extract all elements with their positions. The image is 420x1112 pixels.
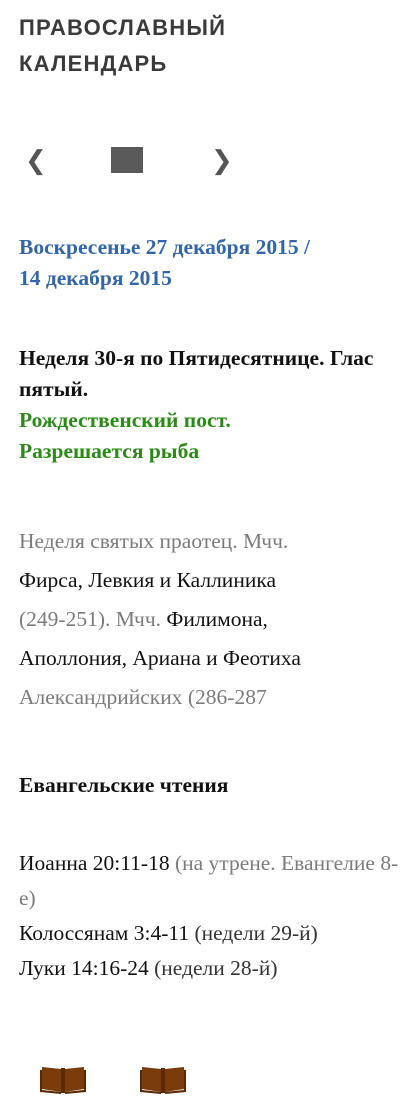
open-book-icon[interactable]	[40, 1064, 86, 1094]
book-links	[40, 1064, 240, 1096]
reading-link[interactable]: Луки 14:16-24	[19, 956, 149, 980]
calendar-title-line2: КАЛЕНДАРЬ	[19, 51, 168, 76]
reading-note: (недели 29-й)	[194, 921, 318, 945]
saints-link-2[interactable]: Филимона,	[166, 607, 268, 631]
chevron-left-icon[interactable]: ❮	[25, 143, 47, 179]
date-old-style: 14 декабря 2015	[19, 266, 172, 290]
date-new-style: Воскресенье 27 декабря 2015 /	[19, 235, 310, 259]
chevron-right-icon[interactable]: ❯	[211, 143, 233, 179]
liturgical-week: Неделя 30-я по Пятидесятнице. Глас пятый…	[19, 343, 414, 467]
calendar-title-line1: ПРАВОСЛАВНЫЙ	[19, 15, 227, 40]
open-book-icon[interactable]	[140, 1064, 186, 1094]
fast-info-line2: Разрешается рыба	[19, 439, 200, 463]
saints-commemorations: Неделя святых праотец. Мчч. Фирса, Левки…	[19, 522, 414, 717]
reading-item: Иоанна 20:11-18 (на утрене. Евангелие 8-…	[19, 846, 414, 916]
current-date: Воскресенье 27 декабря 2015 / 14 декабря…	[19, 232, 414, 294]
reading-item: Колоссянам 3:4-11 (недели 29-й)	[19, 916, 414, 951]
reading-link[interactable]: Иоанна 20:11-18	[19, 851, 170, 875]
week-text: Неделя 30-я по Пятидесятнице. Глас пятый…	[19, 346, 374, 401]
saints-text-3: Александрийских (286-287	[19, 685, 267, 709]
calendar-title: ПРАВОСЛАВНЫЙ КАЛЕНДАРЬ	[19, 10, 409, 82]
readings-list: Иоанна 20:11-18 (на утрене. Евангелие 8-…	[19, 846, 414, 986]
reading-item: Луки 14:16-24 (недели 28-й)	[19, 951, 414, 986]
saints-link-2-cont[interactable]: Аполлония, Ариана и Феотиха	[19, 646, 301, 670]
readings-heading: Евангельские чтения	[19, 773, 229, 797]
reading-link[interactable]: Колоссянам 3:4-11	[19, 921, 189, 945]
saints-text-2: (249-251). Мчч.	[19, 607, 162, 631]
date-navigation: ❮ ❯	[19, 143, 259, 179]
reading-note: (недели 28-й)	[154, 956, 278, 980]
fast-info-line1: Рождественский пост.	[19, 408, 231, 432]
saints-link-1[interactable]: Фирса, Левкия и Каллиника	[19, 568, 276, 592]
today-square-icon[interactable]	[111, 147, 143, 173]
saints-text-1: Неделя святых праотец. Мчч.	[19, 529, 289, 553]
